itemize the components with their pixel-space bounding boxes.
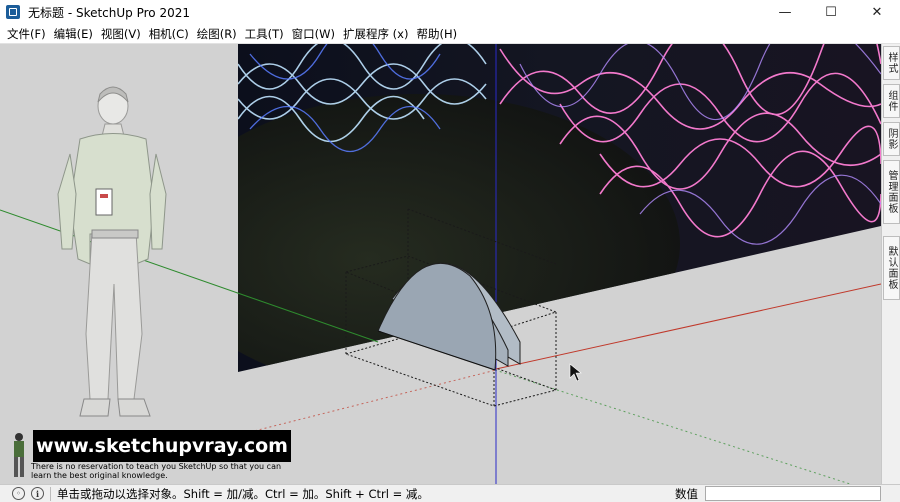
menu-extensions[interactable]: 扩展程序 (x): [340, 26, 411, 42]
geo-location-icon[interactable]: ◦: [12, 487, 25, 500]
measurements-input[interactable]: [705, 486, 881, 501]
menu-edit[interactable]: 编辑(E): [51, 26, 96, 42]
scene-canvas[interactable]: [0, 44, 881, 484]
sketchup-icon: [6, 5, 20, 19]
drawing-viewport[interactable]: [0, 44, 881, 484]
tab-styles[interactable]: 样式: [883, 46, 900, 80]
menu-draw[interactable]: 绘图(R): [194, 26, 240, 42]
menu-window[interactable]: 窗口(W): [289, 26, 338, 42]
tab-default-tray[interactable]: 默认面板: [883, 236, 900, 300]
maximize-button[interactable]: ☐: [808, 0, 854, 24]
person-logo-icon: [14, 433, 24, 477]
texture-image-plane[interactable]: [160, 44, 881, 394]
tab-components[interactable]: 组件: [883, 84, 900, 118]
menu-tools[interactable]: 工具(T): [242, 26, 287, 42]
measurements-label: 数值: [675, 487, 698, 501]
status-hint: 单击或拖动以选择对象。Shift = 加/减。Ctrl = 加。Shift + …: [57, 486, 429, 501]
tab-shadows[interactable]: 阴影: [883, 122, 900, 156]
tab-manage-trays[interactable]: 管理面板: [883, 160, 900, 224]
watermark: www.sketchupvray.com There is no reserva…: [4, 430, 304, 484]
default-tray: 样式 组件 阴影 管理面板 默认面板: [881, 44, 900, 484]
status-bar: ◦ i 单击或拖动以选择对象。Shift = 加/减。Ctrl = 加。Shif…: [0, 484, 900, 502]
watermark-url: www.sketchupvray.com: [33, 430, 291, 462]
mouse-cursor: [569, 363, 582, 382]
close-button[interactable]: ✕: [854, 0, 900, 24]
status-separator: [50, 486, 51, 501]
watermark-caption: There is no reservation to teach you Ske…: [31, 462, 282, 480]
window-controls: — ☐ ✕: [762, 0, 900, 24]
menu-bar: 文件(F) 编辑(E) 视图(V) 相机(C) 绘图(R) 工具(T) 窗口(W…: [0, 24, 900, 44]
menu-help[interactable]: 帮助(H): [413, 26, 460, 42]
menu-camera[interactable]: 相机(C): [146, 26, 192, 42]
menu-view[interactable]: 视图(V): [98, 26, 144, 42]
title-bar: 无标题 - SketchUp Pro 2021 — ☐ ✕: [0, 0, 900, 24]
menu-file[interactable]: 文件(F): [4, 26, 49, 42]
window-title: 无标题 - SketchUp Pro 2021: [28, 5, 190, 20]
scale-figure-person[interactable]: [57, 86, 167, 417]
info-icon[interactable]: i: [31, 487, 44, 500]
minimize-button[interactable]: —: [762, 0, 808, 24]
